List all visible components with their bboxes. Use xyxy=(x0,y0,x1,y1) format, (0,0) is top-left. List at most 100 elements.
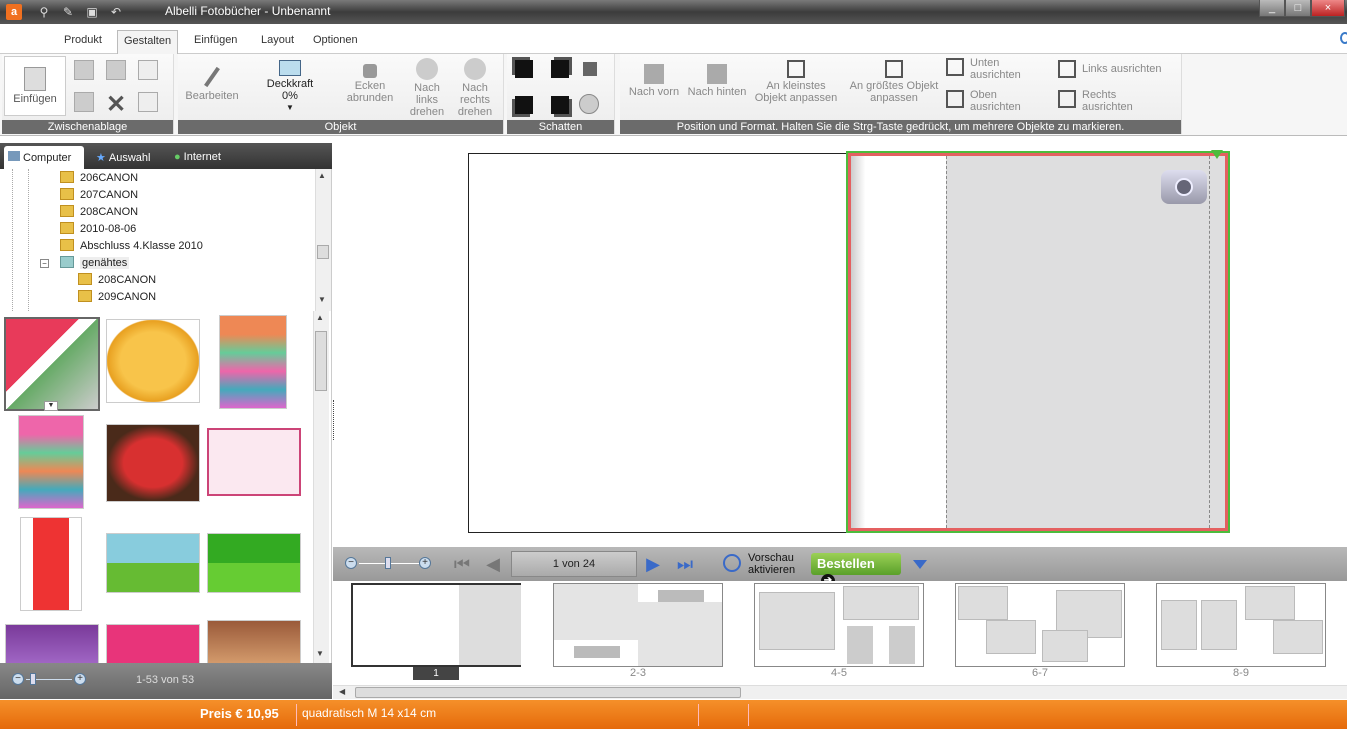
scroll-up-icon[interactable]: ▲ xyxy=(318,171,326,180)
tab-layout[interactable]: Layout xyxy=(255,30,300,54)
tab-computer[interactable]: Computer xyxy=(4,146,84,169)
bring-forward-button[interactable]: Nach vorn xyxy=(624,64,684,98)
tree-scrollbar[interactable]: ▲ ▼ xyxy=(315,169,331,311)
tree-item-selected[interactable]: genähtes xyxy=(60,256,130,272)
shadow-none-icon[interactable] xyxy=(583,62,597,76)
zoom-out-icon[interactable]: − xyxy=(12,673,24,685)
opacity-control[interactable]: Deckkraft 0% ▼ xyxy=(260,60,320,114)
eraser-icon[interactable] xyxy=(74,92,94,112)
align-top-button[interactable]: Oben ausrichten xyxy=(970,89,1030,113)
collapse-toggle[interactable]: − xyxy=(40,259,49,268)
page-thumbnail[interactable] xyxy=(553,583,723,667)
delete-icon[interactable]: ✕ xyxy=(106,90,126,119)
selection-marker-icon[interactable] xyxy=(1211,150,1223,159)
round-corners-button[interactable]: Ecken abrunden xyxy=(342,64,398,104)
panel-splitter[interactable] xyxy=(333,400,335,440)
first-page-icon[interactable]: ⏮ xyxy=(451,553,473,575)
zoom-in-icon[interactable]: + xyxy=(74,673,86,685)
photo-thumbnail[interactable] xyxy=(106,319,200,403)
rotate-right-button[interactable]: Nach rechts drehen xyxy=(452,58,498,118)
settings-icon[interactable]: ✎ xyxy=(60,4,76,20)
redo-icon[interactable] xyxy=(138,92,158,112)
tab-einfuegen[interactable]: Einfügen xyxy=(188,30,243,54)
search-icon[interactable]: ⚲ xyxy=(36,4,52,20)
scroll-thumb[interactable] xyxy=(315,331,327,391)
photo-thumbnail[interactable] xyxy=(106,624,200,663)
app-icon[interactable]: a xyxy=(6,4,22,20)
photo-thumbnail[interactable] xyxy=(207,533,301,593)
close-button[interactable]: × xyxy=(1311,0,1345,17)
align-left-button[interactable]: Links ausrichten xyxy=(1082,63,1178,75)
scroll-left-icon[interactable]: ◀ xyxy=(339,687,345,696)
tab-gestalten[interactable]: Gestalten xyxy=(117,30,179,54)
align-right-icon[interactable] xyxy=(1058,90,1076,108)
maximize-button[interactable]: □ xyxy=(1285,0,1311,17)
scroll-up-icon[interactable]: ▲ xyxy=(316,313,324,322)
palette-icon[interactable] xyxy=(579,94,599,114)
page-right-selected[interactable] xyxy=(846,151,1230,533)
order-button[interactable]: Bestellen ➔ xyxy=(811,553,901,588)
chevron-down-icon[interactable]: ▼ xyxy=(44,401,58,411)
rotate-left-button[interactable]: Nach links drehen xyxy=(406,58,448,118)
tree-item[interactable]: Abschluss 4.Klasse 2010 xyxy=(60,239,203,255)
align-bottom-button[interactable]: Unten ausrichten xyxy=(970,57,1030,81)
zoom-in-icon[interactable]: + xyxy=(419,557,431,569)
paste-button[interactable]: Einfügen xyxy=(4,56,66,116)
shadow-top-left-icon[interactable] xyxy=(515,60,533,78)
shadow-top-right-icon[interactable] xyxy=(551,60,569,78)
photo-thumbnail[interactable] xyxy=(207,428,301,496)
align-bottom-icon[interactable] xyxy=(946,58,964,76)
scroll-thumb[interactable] xyxy=(355,687,741,698)
zoom-slider-handle[interactable] xyxy=(30,673,36,685)
align-left-icon[interactable] xyxy=(1058,60,1076,78)
tab-optionen[interactable]: Optionen xyxy=(307,30,364,54)
fit-smallest-button[interactable]: An kleinstes Objekt anpassen xyxy=(750,60,842,104)
scroll-thumb[interactable] xyxy=(317,245,329,259)
last-page-icon[interactable]: ⏭ xyxy=(674,553,696,575)
horizontal-scrollbar[interactable]: ◀ xyxy=(333,685,1347,699)
thumbnail-scrollbar[interactable]: ▲ ▼ xyxy=(313,311,329,663)
cut-icon[interactable] xyxy=(74,60,94,80)
photo-thumbnail[interactable] xyxy=(18,415,84,509)
preview-magnifier-icon[interactable] xyxy=(723,554,741,572)
photo-thumbnail[interactable] xyxy=(20,517,82,611)
tab-auswahl[interactable]: ★ Auswahl xyxy=(92,146,162,169)
photo-thumbnail[interactable] xyxy=(207,620,301,663)
tree-item[interactable]: 208CANON xyxy=(78,273,156,289)
tree-item[interactable]: 207CANON xyxy=(60,188,138,204)
minimize-button[interactable]: _ xyxy=(1259,0,1285,17)
photo-thumbnail[interactable] xyxy=(5,624,99,663)
previous-page-icon[interactable]: ◀ xyxy=(482,553,504,575)
tree-item[interactable]: 2010-08-06 xyxy=(60,222,136,238)
page-thumbnail[interactable] xyxy=(351,583,521,667)
undo-icon[interactable]: ↶ xyxy=(108,4,124,20)
photo-thumbnail[interactable] xyxy=(106,533,200,593)
page-thumbnail[interactable] xyxy=(754,583,924,667)
page-thumbnail[interactable] xyxy=(1156,583,1326,667)
tree-item[interactable]: 208CANON xyxy=(60,205,138,221)
photo-thumbnail[interactable] xyxy=(106,424,200,502)
tree-item[interactable]: 206CANON xyxy=(60,171,138,187)
shadow-bottom-right-icon[interactable] xyxy=(551,96,569,114)
page-thumbnail[interactable] xyxy=(955,583,1125,667)
tree-item[interactable]: 209CANON xyxy=(78,290,156,306)
zoom-slider-handle[interactable] xyxy=(385,557,391,569)
scroll-down-icon[interactable]: ▼ xyxy=(316,649,324,658)
preview-button[interactable]: Vorschau aktivieren xyxy=(748,552,804,576)
align-top-icon[interactable] xyxy=(946,90,964,108)
align-right-button[interactable]: Rechts ausrichten xyxy=(1082,89,1142,113)
folder-tree[interactable]: 206CANON 207CANON 208CANON 2010-08-06 Ab… xyxy=(0,169,332,311)
fit-largest-button[interactable]: An größtes Objekt anpassen xyxy=(846,60,942,104)
send-backward-button[interactable]: Nach hinten xyxy=(684,64,750,98)
shadow-bottom-left-icon[interactable] xyxy=(515,96,533,114)
photo-thumbnail[interactable] xyxy=(4,317,100,411)
scroll-down-icon[interactable]: ▼ xyxy=(318,295,326,304)
help-icon[interactable] xyxy=(1340,32,1347,44)
photo-thumbnail[interactable] xyxy=(219,315,287,409)
page-left[interactable] xyxy=(468,153,848,533)
copy-icon[interactable] xyxy=(106,60,126,80)
camera-icon[interactable] xyxy=(1161,170,1207,204)
undo-icon[interactable] xyxy=(138,60,158,80)
tab-produkt[interactable]: Produkt xyxy=(58,30,108,54)
zoom-out-icon[interactable]: − xyxy=(345,557,357,569)
